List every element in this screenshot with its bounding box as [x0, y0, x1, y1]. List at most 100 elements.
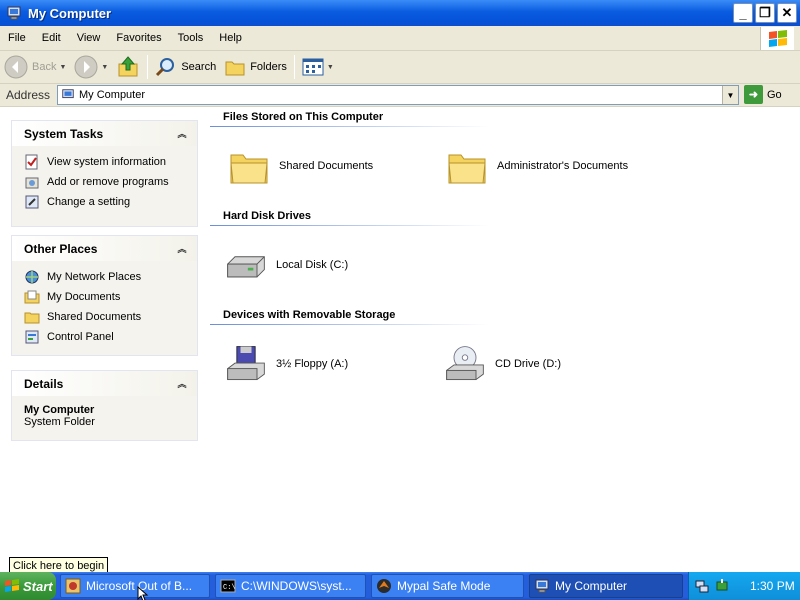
folder-icon	[230, 154, 268, 184]
oobe-app-icon	[65, 578, 81, 594]
search-label: Search	[181, 61, 217, 73]
menu-file[interactable]: File	[0, 32, 34, 44]
back-arrow-icon	[4, 55, 28, 79]
menu-favorites[interactable]: Favorites	[108, 32, 169, 44]
details-panel: Details ︽ My Computer System Folder	[11, 370, 198, 441]
maximize-button[interactable]: ❐	[755, 3, 775, 23]
task-label: View system information	[47, 156, 167, 168]
windows-logo-icon	[760, 27, 794, 50]
svg-text:C:\: C:\	[223, 584, 236, 592]
command-prompt-icon: C:\	[220, 579, 236, 593]
item-shared-documents[interactable]: Shared Documents	[227, 145, 373, 187]
search-button[interactable]: Search	[151, 53, 220, 81]
taskbar-item-oobe[interactable]: Microsoft Out of B...	[60, 574, 210, 598]
forward-dropdown-icon[interactable]: ▼	[101, 64, 108, 71]
start-button[interactable]: Start	[0, 572, 56, 600]
menu-tools[interactable]: Tools	[170, 32, 212, 44]
other-places-header[interactable]: Other Places ︽	[12, 236, 197, 261]
item-label: Administrator's Documents	[497, 160, 629, 172]
collapse-chevron-icon[interactable]: ︽	[175, 376, 189, 390]
minimize-button[interactable]: _	[733, 3, 753, 23]
up-button[interactable]	[112, 53, 144, 81]
system-info-icon	[25, 154, 38, 170]
back-label: Back	[32, 61, 57, 73]
place-my-network-places[interactable]: My Network Places	[24, 267, 197, 287]
go-arrow-icon: ➜	[744, 85, 763, 104]
details-header[interactable]: Details ︽	[12, 371, 197, 396]
task-pane: System Tasks ︽ View system information A…	[0, 107, 207, 572]
menu-view[interactable]: View	[69, 32, 109, 44]
menu-edit[interactable]: Edit	[34, 32, 69, 44]
folders-label: Folders	[250, 61, 287, 73]
address-value: My Computer	[79, 89, 146, 101]
item-floppy-a[interactable]: 3½ Floppy (A:)	[224, 343, 348, 385]
mypal-browser-icon	[377, 579, 391, 593]
folders-icon	[225, 61, 245, 76]
back-button[interactable]: Back ▼	[0, 53, 70, 81]
control-panel-setting-icon	[25, 195, 39, 209]
system-tasks-title: System Tasks	[24, 126, 104, 141]
other-places-title: Other Places	[24, 241, 98, 256]
other-places-panel: Other Places ︽ My Network Places My Docu…	[11, 235, 198, 356]
forward-button[interactable]: ▼	[70, 53, 112, 81]
task-label: Add or remove programs	[47, 176, 169, 188]
item-cd-drive-d[interactable]: CD Drive (D:)	[443, 343, 561, 385]
folder-icon	[448, 154, 486, 184]
menu-help[interactable]: Help	[211, 32, 250, 44]
network-places-icon	[25, 270, 39, 284]
my-computer-icon	[62, 89, 74, 99]
system-tray: 1:30 PM	[688, 572, 800, 600]
back-dropdown-icon[interactable]: ▼	[59, 64, 66, 71]
details-title: Details	[24, 376, 64, 391]
folder-up-icon	[118, 56, 138, 77]
go-label: Go	[767, 88, 782, 101]
taskbar-item-mypal[interactable]: Mypal Safe Mode	[371, 574, 524, 598]
item-local-disk-c[interactable]: Local Disk (C:)	[224, 244, 348, 286]
title-bar[interactable]: My Computer _ ❐ ✕	[0, 0, 800, 26]
details-name: My Computer	[24, 404, 95, 416]
group-header-removable: Devices with Removable Storage	[223, 309, 396, 321]
place-label: My Network Places	[47, 271, 142, 283]
collapse-chevron-icon[interactable]: ︽	[175, 241, 189, 255]
clock[interactable]: 1:30 PM	[750, 579, 795, 593]
go-button[interactable]: ➜ Go	[744, 85, 782, 104]
folders-button[interactable]: Folders	[220, 53, 291, 81]
details-type: System Folder	[24, 416, 95, 428]
views-dropdown-icon[interactable]: ▼	[327, 64, 334, 71]
views-button[interactable]: ▼	[298, 53, 338, 81]
shared-folder-icon	[24, 312, 40, 324]
start-label: Start	[23, 578, 53, 594]
task-view-system-information[interactable]: View system information	[24, 152, 197, 172]
group-divider	[210, 225, 490, 226]
place-my-documents[interactable]: My Documents	[24, 287, 197, 307]
taskbar-item-my-computer[interactable]: My Computer	[529, 574, 683, 598]
cd-drive-icon	[446, 346, 484, 381]
close-button[interactable]: ✕	[777, 3, 797, 23]
item-label: Local Disk (C:)	[276, 259, 349, 271]
toolbar-separator	[293, 55, 295, 79]
menu-bar: File Edit View Favorites Tools Help	[0, 26, 800, 51]
views-icon	[302, 58, 324, 76]
address-input[interactable]: My Computer ▼	[57, 85, 739, 105]
collapse-chevron-icon[interactable]: ︽	[175, 126, 189, 140]
task-change-setting[interactable]: Change a setting	[24, 192, 197, 212]
safely-remove-hardware-icon[interactable]	[714, 578, 730, 594]
system-tasks-header[interactable]: System Tasks ︽	[12, 121, 197, 146]
mouse-pointer-icon	[137, 586, 149, 600]
address-dropdown-icon[interactable]: ▼	[722, 86, 738, 104]
item-label: Shared Documents	[279, 160, 374, 172]
my-computer-icon	[535, 579, 549, 593]
item-administrators-documents[interactable]: Administrator's Documents	[445, 145, 628, 187]
explorer-window: My Computer _ ❐ ✕ File Edit View Favorit…	[0, 0, 800, 572]
taskbar-item-label: C:\WINDOWS\syst...	[241, 579, 352, 593]
task-add-remove-programs[interactable]: Add or remove programs	[24, 172, 197, 192]
taskbar-item-cmd[interactable]: C:\ C:\WINDOWS\syst...	[215, 574, 366, 598]
hard-disk-icon	[227, 256, 265, 278]
place-control-panel[interactable]: Control Panel	[24, 327, 197, 347]
place-label: Control Panel	[47, 331, 114, 343]
network-tray-icon[interactable]	[694, 578, 710, 594]
windows-flag-icon	[5, 579, 19, 592]
place-label: My Documents	[47, 291, 121, 303]
place-shared-documents[interactable]: Shared Documents	[24, 307, 197, 327]
taskbar-item-label: My Computer	[555, 579, 628, 593]
